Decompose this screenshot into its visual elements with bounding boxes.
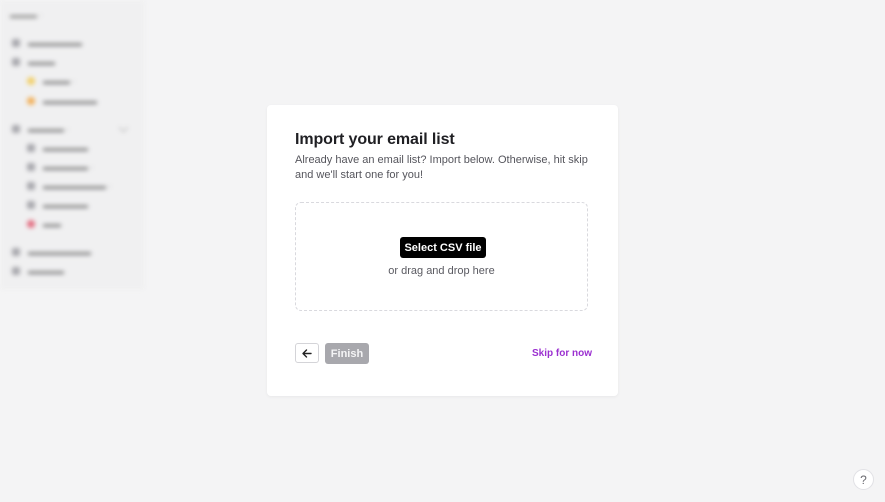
- heart-icon: [27, 220, 35, 228]
- skip-for-now-link[interactable]: Skip for now: [532, 348, 592, 359]
- sidebar-item-placeholder: ▬▬▬ ·: [27, 76, 76, 86]
- drag-drop-hint: or drag and drop here: [388, 265, 495, 277]
- sidebar-item-placeholder: ▬▬▬▬▬: [27, 143, 88, 153]
- sidebar-item-placeholder: ▬▬: [27, 219, 61, 229]
- help-question-icon: ?: [860, 472, 867, 487]
- finish-button[interactable]: Finish: [325, 343, 369, 364]
- csv-dropzone[interactable]: Select CSV file or drag and drop here: [295, 202, 588, 311]
- modal-description: Already have an email list? Import below…: [295, 154, 588, 181]
- sidebar-item-placeholder: ▬▬▬▬▬ ·: [27, 162, 94, 172]
- pin-icon: [12, 58, 20, 66]
- sidebar-item-placeholder: ▬▬▬▬ ·: [12, 124, 70, 134]
- import-modal: Import your email list Already have an e…: [267, 105, 618, 396]
- sidebar-item-placeholder: ▬▬▬▬▬▬▬ ·: [27, 181, 112, 191]
- emoji-icon: [27, 77, 35, 85]
- back-button[interactable]: [295, 343, 319, 363]
- arrow-left-icon: [302, 348, 312, 358]
- background-sidebar: ▬▬▬ · ▬▬▬▬▬▬ ▬▬▬ ▬▬▬ · ▬▬▬▬▬▬ ▬▬▬▬ · ▬▬▬…: [0, 0, 145, 290]
- sidebar-item-placeholder: ▬▬▬▬▬▬: [27, 96, 97, 106]
- sidebar-item-placeholder: ▬▬▬▬: [12, 266, 64, 276]
- sidebar-item-placeholder: ▬▬▬▬▬: [27, 200, 88, 210]
- star-icon: [27, 97, 35, 105]
- folder-icon: [12, 125, 20, 133]
- document-icon: [27, 182, 35, 190]
- help-button[interactable]: ?: [853, 469, 874, 490]
- modal-title: Import your email list: [295, 131, 455, 148]
- chevron-down-icon: [118, 122, 129, 133]
- home-icon: [12, 39, 20, 47]
- sidebar-item-placeholder: ▬▬▬: [12, 57, 55, 67]
- calendar-icon: [27, 201, 35, 209]
- app-root: ▬▬▬ · ▬▬▬▬▬▬ ▬▬▬ ▬▬▬ · ▬▬▬▬▬▬ ▬▬▬▬ · ▬▬▬…: [0, 0, 885, 502]
- sidebar-item-placeholder: ▬▬▬▬▬▬▬: [12, 247, 91, 257]
- users-icon: [12, 248, 20, 256]
- sidebar-item-placeholder: ▬▬▬▬▬▬: [12, 38, 82, 48]
- grid-icon: [27, 144, 35, 152]
- sidebar-workspace-placeholder: ▬▬▬ ·: [10, 10, 43, 20]
- gear-icon: [12, 267, 20, 275]
- link-icon: [27, 163, 35, 171]
- select-csv-button[interactable]: Select CSV file: [400, 237, 486, 258]
